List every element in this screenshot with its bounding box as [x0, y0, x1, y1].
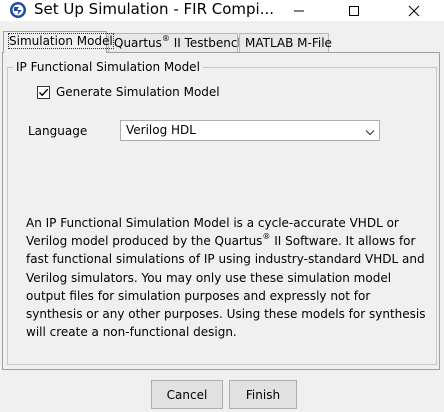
model-description: An IP Functional Simulation Model is a c… — [26, 216, 426, 340]
tab-quartus-testbench[interactable]: Quartus® II Testbench — [108, 33, 245, 53]
tab-panel: IP Functional Simulation Model Generate … — [2, 52, 440, 370]
minimize-icon — [294, 10, 304, 11]
close-button[interactable] — [391, 0, 437, 21]
generate-model-option[interactable]: Generate Simulation Model — [37, 84, 220, 100]
chevron-down-icon — [365, 126, 375, 140]
tab-matlab-mfile[interactable]: MATLAB M-File — [239, 33, 332, 53]
minimize-button[interactable] — [276, 0, 322, 21]
finish-button[interactable]: Finish — [229, 380, 297, 409]
language-value: Verilog HDL — [126, 123, 196, 137]
maximize-icon — [349, 5, 359, 16]
window-title: Set Up Simulation - FIR Compi... — [34, 0, 275, 18]
close-icon — [408, 5, 420, 16]
group-title: IP Functional Simulation Model — [13, 60, 203, 74]
language-label: Language — [28, 124, 88, 138]
app-logo-icon — [9, 1, 27, 19]
tab-label: MATLAB M-File — [245, 36, 332, 50]
cancel-button[interactable]: Cancel — [151, 380, 223, 409]
tab-label: Quartus® II Testbench — [114, 34, 246, 51]
tab-label: Simulation Model — [8, 33, 114, 49]
ip-simulation-group: IP Functional Simulation Model Generate … — [7, 60, 437, 365]
generate-model-checkbox[interactable] — [37, 85, 50, 99]
tab-strip: Simulation Model Quartus® II Testbench M… — [0, 31, 444, 53]
generate-model-label: Generate Simulation Model — [56, 85, 220, 99]
tab-simulation-model[interactable]: Simulation Model — [3, 31, 114, 53]
simulation-setup-dialog: Set Up Simulation - FIR Compi... Simulat… — [0, 0, 444, 412]
checkmark-icon — [39, 88, 49, 96]
language-select[interactable]: Verilog HDL — [120, 120, 380, 141]
title-bar[interactable]: Set Up Simulation - FIR Compi... — [0, 0, 444, 21]
maximize-button[interactable] — [331, 0, 377, 21]
